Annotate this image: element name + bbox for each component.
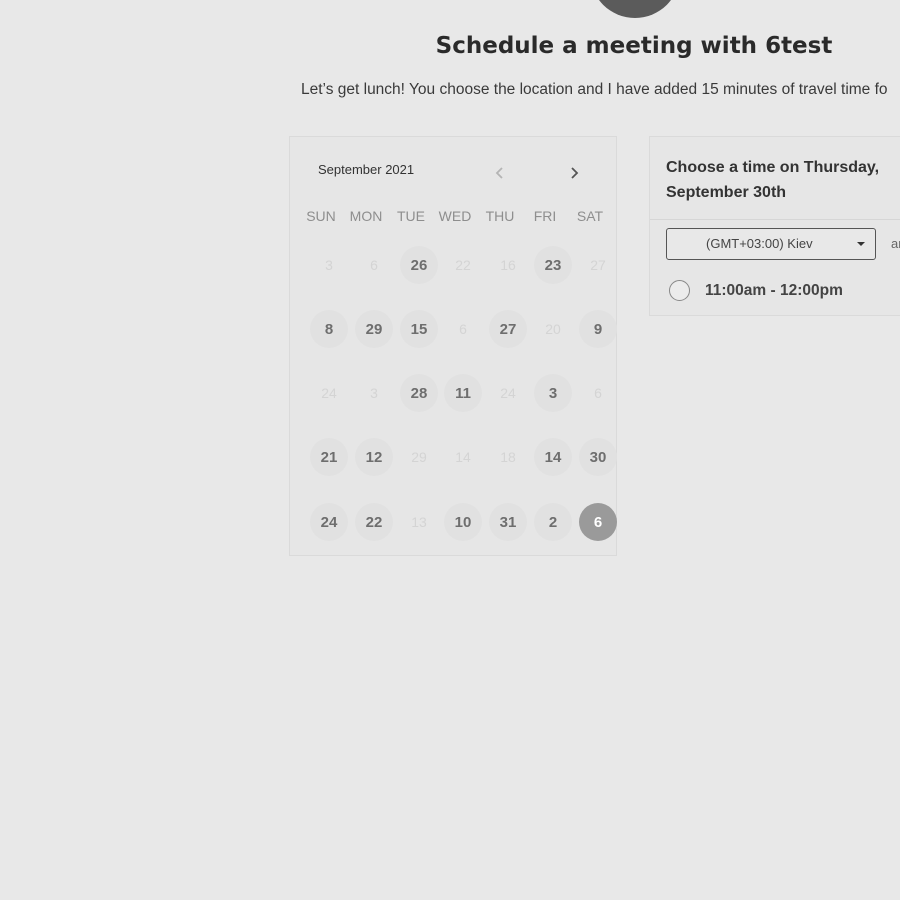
- calendar-day[interactable]: 23: [534, 246, 572, 284]
- calendar-day: 6: [594, 385, 602, 401]
- calendar-day: 6: [459, 321, 467, 337]
- calendar-day: 16: [500, 257, 516, 273]
- meeting-description: Let’s get lunch! You choose the location…: [301, 81, 888, 98]
- chevron-right-icon: [571, 167, 579, 179]
- calendar-day[interactable]: 29: [355, 310, 393, 348]
- weekday-wed: WED: [438, 208, 472, 224]
- slot-radio[interactable]: [669, 280, 690, 301]
- calendar-day[interactable]: 22: [355, 503, 393, 541]
- calendar-day[interactable]: 10: [444, 503, 482, 541]
- calendar-day: 3: [370, 385, 378, 401]
- avatar: [590, 0, 680, 18]
- calendar-day[interactable]: 3: [534, 374, 572, 412]
- time-heading: Choose a time on Thursday, September 30t…: [666, 159, 880, 201]
- calendar-day[interactable]: 21: [310, 438, 348, 476]
- chevron-left-icon: [495, 167, 503, 179]
- timezone-extra-text: ar: [891, 236, 900, 251]
- calendar-day: 14: [455, 449, 471, 465]
- timezone-value: (GMT+03:00) Kiev: [706, 236, 813, 251]
- divider: [650, 219, 900, 220]
- calendar-day[interactable]: 12: [355, 438, 393, 476]
- calendar-day[interactable]: 8: [310, 310, 348, 348]
- calendar-day[interactable]: 28: [400, 374, 438, 412]
- calendar: September 2021 SUN MON TUE WED THU FRI SAT 362…: [289, 136, 617, 556]
- weekday-mon: MON: [349, 208, 383, 224]
- calendar-day[interactable]: 26: [400, 246, 438, 284]
- weekday-sat: SAT: [576, 208, 604, 224]
- weekday-fri: FRI: [533, 208, 557, 224]
- calendar-day[interactable]: 9: [579, 310, 617, 348]
- time-slot[interactable]: 11:00am - 12:00pm: [669, 280, 843, 301]
- calendar-day[interactable]: 27: [489, 310, 527, 348]
- calendar-day: 6: [370, 257, 378, 273]
- calendar-day: 24: [500, 385, 516, 401]
- weekday-sun: SUN: [306, 208, 336, 224]
- calendar-day[interactable]: 2: [534, 503, 572, 541]
- time-panel: Choose a time on Thursday, September 30t…: [649, 136, 900, 316]
- next-month-button[interactable]: [562, 161, 586, 185]
- calendar-day[interactable]: 31: [489, 503, 527, 541]
- weekday-thu: THU: [485, 208, 515, 224]
- calendar-day[interactable]: 30: [579, 438, 617, 476]
- caret-down-icon: [857, 242, 865, 246]
- calendar-day[interactable]: 11: [444, 374, 482, 412]
- calendar-day[interactable]: 24: [310, 503, 348, 541]
- scheduling-page: Schedule a meeting with 6test Let’s get …: [0, 0, 900, 900]
- calendar-day[interactable]: 14: [534, 438, 572, 476]
- calendar-day[interactable]: 15: [400, 310, 438, 348]
- calendar-day: 18: [500, 449, 516, 465]
- timezone-select[interactable]: (GMT+03:00) Kiev: [666, 228, 876, 260]
- selected-day[interactable]: 6: [579, 503, 617, 541]
- calendar-day: 3: [325, 257, 333, 273]
- weekday-tue: TUE: [397, 208, 425, 224]
- page-title: Schedule a meeting with 6test: [435, 33, 833, 59]
- calendar-day: 20: [545, 321, 561, 337]
- previous-month-button[interactable]: [488, 161, 512, 185]
- calendar-day: 29: [411, 449, 427, 465]
- calendar-day: 13: [411, 514, 427, 530]
- slot-label: 11:00am - 12:00pm: [705, 281, 843, 299]
- month-label: September 2021: [318, 162, 415, 177]
- calendar-day: 24: [321, 385, 337, 401]
- calendar-day: 22: [455, 257, 471, 273]
- calendar-day: 27: [590, 257, 606, 273]
